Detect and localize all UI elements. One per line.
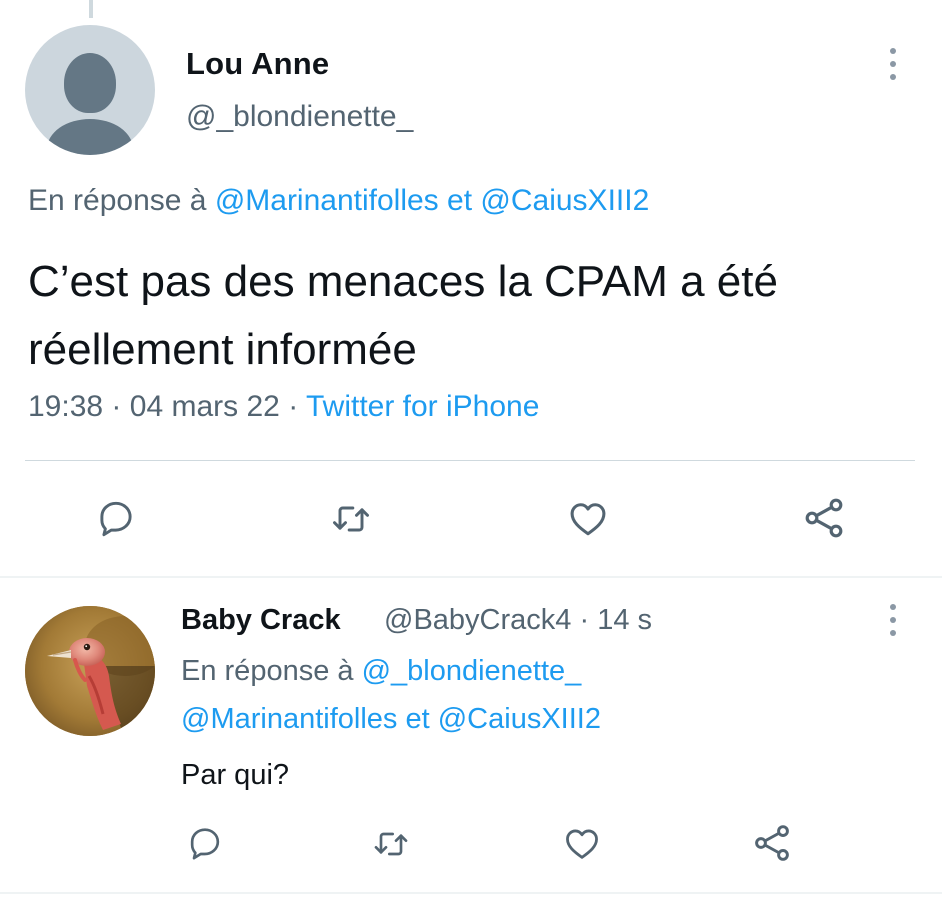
retweet-button[interactable]	[370, 824, 412, 864]
mention-link[interactable]: @CaiusXIII2	[438, 703, 601, 735]
author-handle[interactable]: @_blondienette_	[186, 100, 413, 134]
reply-button[interactable]	[185, 823, 225, 863]
tweet-meta: 19:38 · 04 mars 22 · Twitter for iPhone	[28, 390, 539, 424]
meta-separator: ·	[111, 390, 122, 423]
heart-icon	[570, 503, 606, 536]
reply-context: En réponse à @_blondienette_	[181, 655, 581, 688]
reply-prefix: En réponse à	[28, 184, 207, 217]
divider	[0, 892, 942, 894]
avatar-default[interactable]	[25, 25, 155, 155]
retweet-icon	[333, 506, 369, 532]
retweet-icon	[374, 832, 408, 856]
reply-prefix: En réponse à	[181, 655, 354, 687]
divider	[0, 576, 942, 578]
avatar-shoulders-shape	[47, 119, 133, 155]
more-options-icon[interactable]	[888, 48, 898, 82]
like-button[interactable]	[561, 822, 603, 864]
mention-link[interactable]: @Marinantifolles	[215, 184, 439, 217]
reply-context: En réponse à @Marinantifolles et @CaiusX…	[28, 184, 649, 218]
share-icon	[805, 498, 843, 538]
tweet-age[interactable]: 14 s	[597, 604, 652, 636]
reply-conjunction: et	[447, 184, 473, 217]
retweet-button[interactable]	[328, 497, 374, 541]
author-name[interactable]: Lou Anne	[186, 46, 329, 82]
reply-context-continued: @Marinantifolles et @CaiusXIII2	[181, 703, 601, 736]
author-handle[interactable]: @BabyCrack4	[384, 604, 571, 636]
like-button[interactable]	[565, 495, 611, 541]
meta-separator: ·	[579, 604, 590, 636]
share-button[interactable]	[800, 494, 848, 542]
tweet-source-link[interactable]: Twitter for iPhone	[306, 390, 539, 423]
meta-separator: ·	[288, 390, 299, 423]
reply-conjunction: et	[405, 703, 430, 735]
tweet-text: C’est pas des menaces la CPAM a été réel…	[28, 257, 778, 374]
divider	[25, 460, 915, 461]
mention-link[interactable]: @_blondienette_	[362, 655, 582, 687]
tweet-text: Par qui?	[181, 759, 290, 791]
more-options-icon[interactable]	[888, 604, 898, 638]
mention-link[interactable]: @Marinantifolles	[181, 703, 397, 735]
reply-icon	[100, 501, 132, 537]
mention-link[interactable]: @CaiusXIII2	[480, 184, 649, 217]
turkey-avatar-image	[25, 606, 155, 736]
share-icon	[755, 825, 789, 861]
avatar-head-shape	[64, 53, 116, 113]
tweet-date[interactable]: 04 mars 22	[130, 390, 280, 423]
avatar[interactable]	[25, 606, 155, 736]
reply-button[interactable]	[94, 496, 138, 540]
author-name[interactable]: Baby Crack	[181, 604, 341, 637]
tweet-time[interactable]: 19:38	[28, 390, 103, 423]
author-handle-and-time: @BabyCrack4 · 14 s	[384, 604, 652, 637]
heart-icon	[566, 829, 598, 859]
reply-icon	[190, 828, 220, 860]
share-button[interactable]	[750, 821, 794, 865]
main-tweet: Lou Anne @_blondienette_ En réponse à @M…	[0, 0, 942, 576]
